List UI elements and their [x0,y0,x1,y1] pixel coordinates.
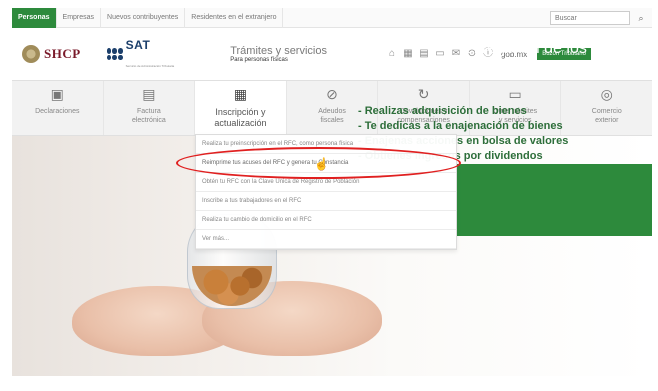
nav-label: Declaraciones [35,108,80,115]
sat-mark-icon [106,48,123,60]
calculator-icon: ▣ [50,86,64,102]
tab-empresas[interactable]: Empresas [57,7,102,28]
list-item: - Te dedicas a la enajenación de bienes [358,120,563,132]
phone-icon[interactable]: ▤ [419,49,429,59]
tab-nuevos-contribuyentes[interactable]: Nuevos contribuyentes [101,7,186,28]
home-icon[interactable]: ⌂ [387,49,397,59]
banner-green-block [457,164,652,236]
sat-portal-page: Personas Empresas Nuevos contribuyentes … [0,0,658,391]
nav-label: Inscripción y actualización [214,107,267,128]
refund-icon: ↻ [417,86,430,102]
inscripcion-dropdown-menu: Realiza tu preinscripción en el RFC, com… [195,134,457,250]
page-bottom-margin [0,376,658,391]
calendar-icon[interactable]: ▦ [403,49,413,59]
nav-comercio-exterior[interactable]: ◎ Comercio exterior [561,81,652,135]
nav-label: Adeudos fiscales [318,108,346,124]
section-heading: Trámites y servicios Para personas físic… [230,45,327,63]
debt-icon: ⊘ [326,86,338,102]
banner-title-line-1: el régimen de los [465,40,587,57]
shcp-logo[interactable]: SHCP [22,45,81,63]
sat-logo-text: SAT [125,38,151,52]
invoice-icon: ▤ [142,86,156,102]
nav-label: Comercio exterior [591,108,622,124]
shcp-seal-icon [22,45,40,63]
globe-icon: ◎ [600,86,613,102]
monitor-icon: ▭ [508,86,522,102]
search-icon[interactable]: ⌕ [634,11,648,25]
menu-item-inscribe-trabajadores[interactable]: Inscribe a tus trabajadores en el RFC [196,192,456,211]
menu-item-obten-rfc-curp[interactable]: Obtén tu RFC con la Clave Única de Regis… [196,173,456,192]
nav-label: Factura electrónica [131,108,166,124]
menu-item-preinscripcion[interactable]: Realiza tu preinscripción en el RFC, com… [196,135,456,154]
section-subtitle: Para personas físicas [230,57,288,63]
section-title: Trámites y servicios [230,45,327,57]
tab-residentes-extranjero[interactable]: Residentes en el extranjero [185,7,284,28]
sat-logo-subtitle: Servicio de Administración Tributaria [125,64,175,68]
shcp-logo-text: SHCP [44,46,81,61]
menu-item-cambio-domicilio[interactable]: Realiza tu cambio de domicilio en el RFC [196,211,456,230]
search-input[interactable] [550,11,630,25]
list-item: - Realizas adquisición de bienes [358,105,527,117]
nav-declaraciones[interactable]: ▣ Declaraciones [12,81,104,135]
menu-item-ver-mas[interactable]: Ver más... [196,230,456,249]
mail-icon[interactable]: ▭ [435,49,445,59]
nav-factura-electronica[interactable]: ▤ Factura electrónica [104,81,196,135]
hand-cursor-icon: ☝ [314,157,329,171]
registration-icon: ▦ [233,86,248,102]
tab-personas[interactable]: Personas [12,7,57,28]
nav-inscripcion-actualizacion[interactable]: ▦ Inscripción y actualización [195,81,287,135]
sat-logo[interactable]: SAT Servicio de Administración Tributari… [106,36,175,72]
top-audience-bar: Personas Empresas Nuevos contribuyentes … [12,7,652,28]
document-icon[interactable]: ✉ [451,49,461,59]
banner-title-line-2: más ingresos [490,62,594,79]
